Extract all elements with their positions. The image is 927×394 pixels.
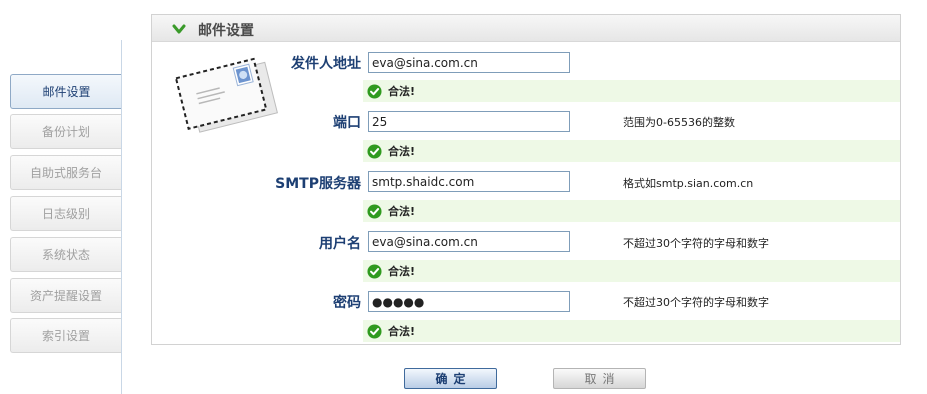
sidebar-item-log-level[interactable]: 日志级别: [10, 196, 121, 231]
sidebar-item-self-service-desk[interactable]: 自助式服务台: [10, 155, 121, 190]
panel-title: 邮件设置: [198, 23, 254, 39]
check-circle-icon: [367, 263, 382, 279]
sidebar-divider: [121, 40, 122, 394]
check-circle-icon: [367, 323, 382, 339]
check-circle-icon: [367, 203, 382, 219]
smtp-validation: 合法!: [363, 200, 900, 222]
username-validation: 合法!: [363, 260, 900, 282]
smtp-server-input[interactable]: [368, 171, 570, 192]
envelope-icon: [174, 57, 278, 133]
mail-settings-panel: 邮件设置 发件人地址 合法! 端口 范围为0-65536的整数 合法! SMTP…: [151, 14, 901, 345]
chevron-down-icon: [172, 24, 186, 34]
sender-label: 发件人地址: [291, 56, 361, 72]
port-label: 端口: [333, 115, 361, 131]
sidebar-item-asset-reminder[interactable]: 资产提醒设置: [10, 278, 121, 313]
cancel-button[interactable]: 取消: [553, 368, 646, 389]
sidebar-item-backup-plan[interactable]: 备份计划: [10, 114, 121, 149]
port-validation: 合法!: [363, 140, 900, 162]
port-input[interactable]: [368, 111, 570, 132]
password-label: 密码: [333, 295, 361, 311]
validation-text: 合法!: [388, 205, 416, 218]
panel-header[interactable]: 邮件设置: [152, 15, 900, 42]
validation-text: 合法!: [388, 145, 416, 158]
sender-address-input[interactable]: [368, 52, 570, 73]
validation-text: 合法!: [388, 85, 416, 98]
sender-validation: 合法!: [363, 80, 900, 102]
username-label: 用户名: [319, 236, 361, 252]
sidebar-item-mail-settings[interactable]: 邮件设置: [10, 74, 122, 109]
sidebar-item-index-settings[interactable]: 索引设置: [10, 318, 121, 353]
sidebar: 邮件设置 备份计划 自助式服务台 日志级别 系统状态 资产提醒设置 索引设置: [0, 0, 124, 394]
smtp-hint: 格式如smtp.sian.com.cn: [623, 177, 754, 190]
password-hint: 不超过30个字符的字母和数字: [623, 296, 769, 309]
port-hint: 范围为0-65536的整数: [623, 116, 735, 129]
check-circle-icon: [367, 143, 382, 159]
smtp-label: SMTP服务器: [275, 176, 361, 192]
password-validation: 合法!: [363, 320, 900, 342]
validation-text: 合法!: [388, 325, 416, 338]
confirm-button[interactable]: 确定: [404, 368, 497, 389]
username-hint: 不超过30个字符的字母和数字: [623, 237, 769, 250]
validation-text: 合法!: [388, 265, 416, 278]
sidebar-item-system-status[interactable]: 系统状态: [10, 237, 121, 272]
username-input[interactable]: [368, 231, 570, 252]
password-input[interactable]: [368, 291, 570, 312]
check-circle-icon: [367, 83, 382, 99]
